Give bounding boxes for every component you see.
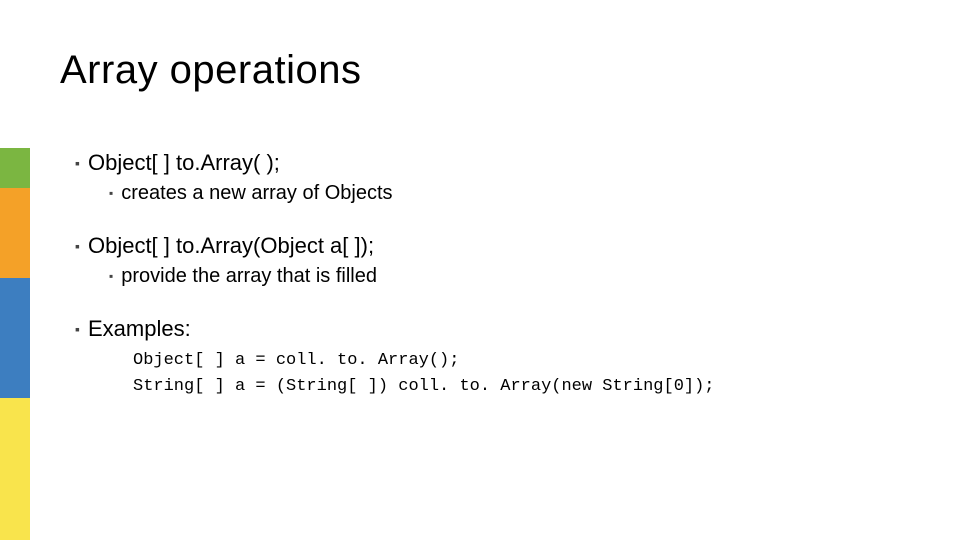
code-line: String[ ] a = (String[ ]) coll. to. Arra… <box>133 377 715 396</box>
sub-bullet-text: creates a new array of Objects <box>121 182 392 204</box>
bullet-item: Object[ ] to.Array( ); <box>75 150 920 176</box>
bullet-text: Object[ ] to.Array( ); <box>88 150 280 175</box>
bullet-item: Object[ ] to.Array(Object a[ ]); <box>75 233 920 259</box>
accent-strip <box>0 148 30 540</box>
accent-segment <box>0 188 30 278</box>
sub-bullet-item: provide the array that is filled <box>109 265 920 288</box>
code-block: Object[ ] a = coll. to. Array(); String[… <box>133 348 920 399</box>
code-line: Object[ ] a = coll. to. Array(); <box>133 351 459 370</box>
bullet-text: Object[ ] to.Array(Object a[ ]); <box>88 233 374 258</box>
slide: Array operations Object[ ] to.Array( ); … <box>0 0 960 540</box>
sub-bullet-item: creates a new array of Objects <box>109 182 920 205</box>
bullet-text: Examples: <box>88 316 191 341</box>
accent-segment <box>0 278 30 398</box>
slide-content: Object[ ] to.Array( ); creates a new arr… <box>75 150 920 399</box>
slide-title: Array operations <box>60 48 361 93</box>
bullet-item: Examples: <box>75 316 920 342</box>
sub-bullet-text: provide the array that is filled <box>121 265 377 287</box>
accent-segment <box>0 398 30 540</box>
accent-segment <box>0 148 30 188</box>
